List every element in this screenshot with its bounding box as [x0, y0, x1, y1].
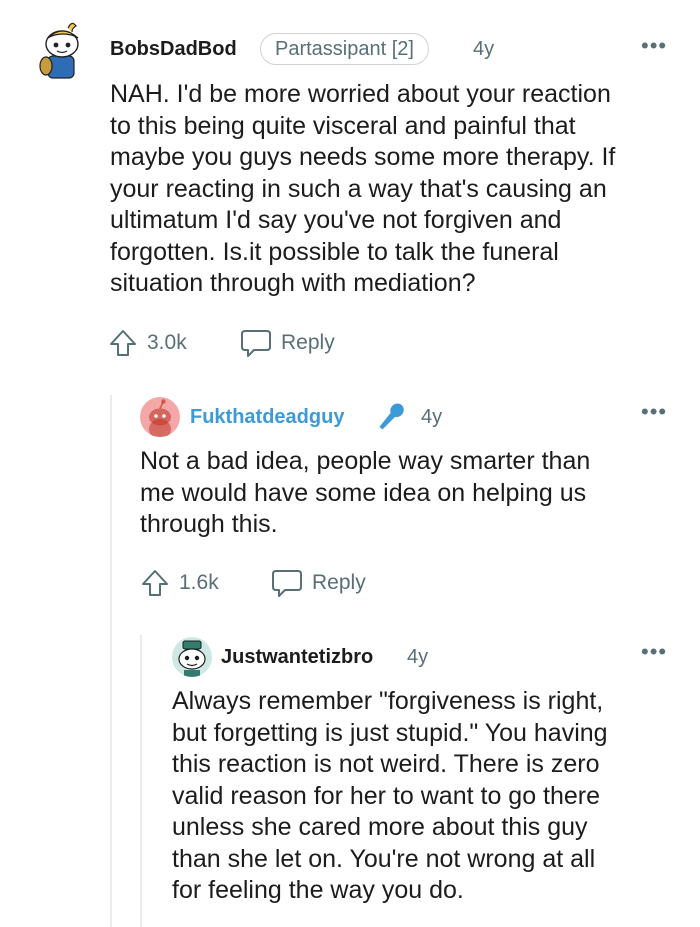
snoo-avatar-icon — [39, 22, 79, 79]
comment-age: 4y — [473, 38, 495, 60]
more-dots-icon[interactable]: ••• — [641, 401, 667, 423]
upvote-count: 3.0k — [147, 331, 187, 354]
comment-line: Not a bad idea, people way smarter than — [140, 447, 591, 475]
comment-body: Always remember "forgiveness is right, b… — [172, 686, 692, 907]
reply-label: Reply — [312, 571, 366, 594]
snoo-avatar-icon — [178, 640, 206, 677]
comment-line: Always remember "forgiveness is right, — [172, 687, 604, 715]
upvote-count: 1.6k — [179, 571, 219, 594]
reply-button[interactable]: Reply — [271, 568, 366, 598]
comment-line: but forgetting is just stupid." You havi… — [172, 718, 608, 747]
upvote-button[interactable]: 3.0k — [108, 328, 187, 358]
thread-line — [140, 635, 142, 927]
comment-line: through this. — [140, 510, 278, 538]
comment-line: valid reason for her to want to go there — [172, 781, 601, 810]
upvote-button[interactable]: 1.6k — [140, 568, 219, 598]
comment-body: Not a bad idea, people way smarter than … — [140, 446, 690, 541]
reply-bubble-icon — [272, 570, 302, 597]
comment-line: forgotten. Is.it possible to talk the fu… — [110, 237, 559, 266]
avatar[interactable] — [140, 397, 180, 437]
snoo-avatar-icon — [149, 399, 171, 437]
comment-body: NAH. I'd be more worried about your reac… — [110, 79, 690, 300]
thread-line — [110, 395, 112, 927]
microphone-icon — [373, 400, 409, 439]
upvote-arrow-icon — [110, 330, 136, 356]
comment-line: me would have some idea on helping us — [140, 478, 587, 507]
comment-line: to this being quite visceral and painful… — [110, 111, 576, 140]
more-dots-icon[interactable]: ••• — [641, 35, 667, 57]
comment-line: your reacting in such a way that's causi… — [110, 174, 607, 203]
more-dots-icon[interactable]: ••• — [641, 641, 667, 663]
comment-line: for feeling the way you do. — [172, 876, 464, 904]
reply-label: Reply — [281, 331, 335, 354]
comment-line: than she let on. You're not wrong at all — [172, 844, 596, 873]
upvote-arrow-icon — [142, 570, 168, 596]
avatar[interactable] — [172, 637, 212, 677]
comment-line: ultimatum I'd say you've not forgiven an… — [110, 206, 562, 234]
reply-button[interactable]: Reply — [240, 328, 335, 358]
comment-line: maybe you guys needs some more therapy. … — [110, 143, 616, 171]
username[interactable]: Fukthatdeadguy — [190, 405, 344, 429]
comment-line: situation through with mediation? — [110, 269, 476, 297]
username[interactable]: BobsDadBod — [110, 37, 237, 61]
comment-age: 4y — [407, 646, 429, 668]
comment-age: 4y — [421, 406, 443, 428]
comment-line: NAH. I'd be more worried about your reac… — [110, 80, 611, 108]
reply-bubble-icon — [241, 330, 271, 357]
avatar[interactable] — [38, 20, 86, 80]
user-flair: Partassipant [2] — [260, 33, 429, 65]
comment-line: this reaction is not weird. There is zer… — [172, 750, 600, 778]
comment-line: unless she cared more about this guy — [172, 813, 588, 841]
username[interactable]: Justwantetizbro — [221, 645, 373, 669]
